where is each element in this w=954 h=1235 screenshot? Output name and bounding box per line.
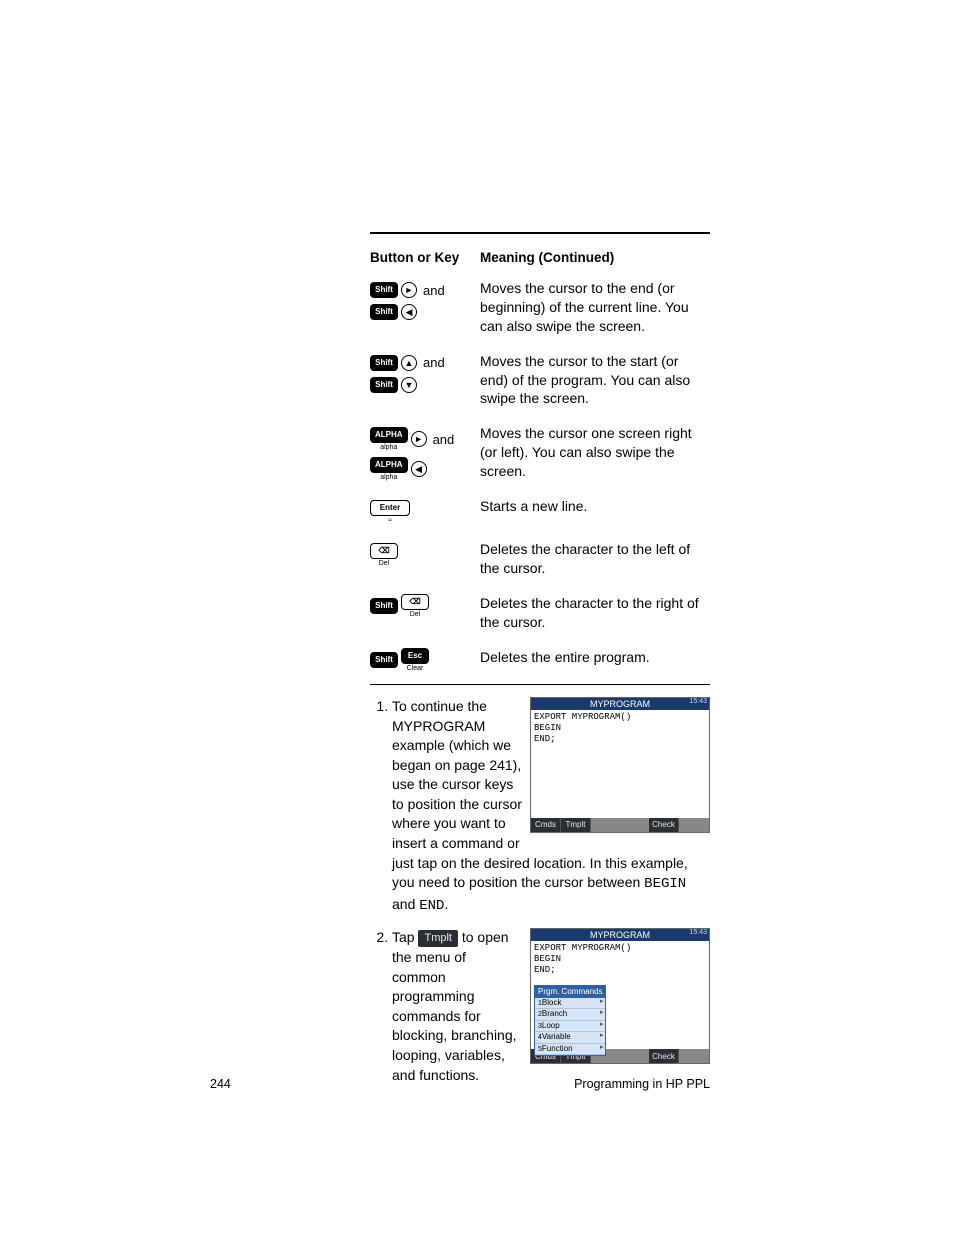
code-line: BEGIN [534, 954, 706, 965]
code-line: BEGIN [534, 723, 706, 734]
code-line: EXPORT MYPROGRAM() [534, 712, 706, 723]
meaning-text: Starts a new line. [480, 489, 710, 532]
page-footer: 244 Programming in HP PPL [210, 1077, 710, 1091]
page-number: 244 [210, 1077, 231, 1091]
down-arrow-key-icon: ▼ [401, 377, 417, 393]
menu-item-function: 5Function [535, 1044, 605, 1055]
table-row: Shift EscClear Deletes the entire progra… [370, 640, 710, 680]
shift-key-icon: Shift [370, 377, 398, 393]
code-line: END; [534, 734, 706, 745]
table-row: Enter≈ Starts a new line. [370, 489, 710, 532]
meaning-text: Deletes the character to the left of the… [480, 532, 710, 586]
step-1: MYPROGRAM15:43 EXPORT MYPROGRAM() BEGIN … [392, 697, 710, 917]
calc-time-icon: 15:43 [689, 698, 707, 705]
alpha-key-icon: ALPHA [370, 457, 408, 473]
meaning-text: Deletes the entire program. [480, 640, 710, 680]
calculator-screenshot-1: MYPROGRAM15:43 EXPORT MYPROGRAM() BEGIN … [530, 697, 710, 833]
right-arrow-key-icon: ► [401, 282, 417, 298]
enter-key-icon: Enter [370, 500, 410, 516]
meaning-text: Deletes the character to the right of th… [480, 586, 710, 640]
menu-header: Prgm. Commands [535, 986, 605, 998]
instruction-steps: MYPROGRAM15:43 EXPORT MYPROGRAM() BEGIN … [370, 697, 710, 1085]
softkey-cmds: Cmds [531, 818, 561, 832]
table-row: Shift ▲ and Shift ▼ Moves the cursor to … [370, 344, 710, 417]
header-meaning: Meaning (Continued) [480, 244, 710, 271]
menu-item-loop: 3Loop [535, 1021, 605, 1032]
left-arrow-key-icon: ◀ [411, 461, 427, 477]
meaning-text: Moves the cursor one screen right (or le… [480, 416, 710, 489]
shift-key-icon: Shift [370, 355, 398, 371]
right-arrow-key-icon: ► [411, 431, 427, 447]
table-row: Shift ⌫Del Deletes the character to the … [370, 586, 710, 640]
menu-item-variable: 4Variable [535, 1032, 605, 1043]
backspace-key-icon: ⌫ [401, 594, 429, 610]
table-row: ⌫Del Deletes the character to the left o… [370, 532, 710, 586]
menu-item-block: 1Block [535, 998, 605, 1009]
menu-item-branch: 2Branch [535, 1009, 605, 1020]
tmplt-softkey-icon: Tmplt [418, 930, 458, 947]
header-button-or-key: Button or Key [370, 244, 480, 271]
shift-key-icon: Shift [370, 652, 398, 668]
calculator-screenshot-2: MYPROGRAM15:43 EXPORT MYPROGRAM() BEGIN … [530, 928, 710, 1064]
code-line: EXPORT MYPROGRAM() [534, 943, 706, 954]
softkey-check: Check [649, 818, 679, 832]
meaning-text: Moves the cursor to the start (or end) o… [480, 344, 710, 417]
footer-section: Programming in HP PPL [574, 1077, 710, 1091]
code-token-begin: BEGIN [644, 876, 686, 892]
left-arrow-key-icon: ◀ [401, 304, 417, 320]
joiner-and: and [423, 355, 445, 370]
joiner-and: and [433, 432, 455, 447]
softkey-check: Check [649, 1049, 679, 1063]
joiner-and: and [423, 283, 445, 298]
code-line: END; [534, 965, 706, 976]
key-reference-table: Button or Key Meaning (Continued) Shift … [370, 244, 710, 680]
step-2: MYPROGRAM15:43 EXPORT MYPROGRAM() BEGIN … [392, 928, 710, 1085]
shift-key-icon: Shift [370, 304, 398, 320]
esc-key-icon: Esc [401, 648, 429, 664]
calc-title: MYPROGRAM [590, 930, 650, 940]
softkey-tmplt: Tmplt [561, 818, 591, 832]
calc-title: MYPROGRAM [590, 699, 650, 709]
shift-key-icon: Shift [370, 598, 398, 614]
table-row: Shift ► and Shift ◀ Moves the cursor to … [370, 271, 710, 344]
up-arrow-key-icon: ▲ [401, 355, 417, 371]
shift-key-icon: Shift [370, 282, 398, 298]
backspace-key-icon: ⌫ [370, 543, 398, 559]
code-token-end: END [419, 898, 444, 914]
meaning-text: Moves the cursor to the end (or beginnin… [480, 271, 710, 344]
calc-time-icon: 15:43 [689, 929, 707, 936]
table-row: ALPHAalpha ► and ALPHAalpha ◀ Moves the … [370, 416, 710, 489]
alpha-key-icon: ALPHA [370, 427, 408, 443]
program-name: MYPROGRAM [392, 718, 485, 734]
